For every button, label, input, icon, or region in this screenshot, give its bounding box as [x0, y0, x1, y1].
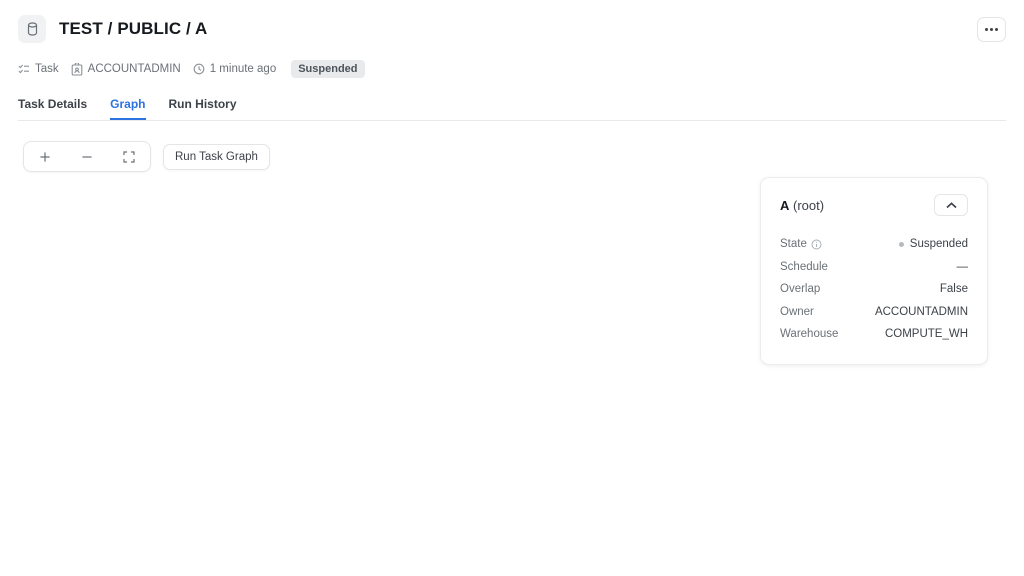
- zoom-out-button[interactable]: [66, 142, 108, 171]
- dot-icon: [985, 27, 988, 31]
- task-detail-panel: A (root) State Suspended Schedule — Over…: [760, 177, 988, 365]
- page-header: TEST / PUBLIC / A: [0, 0, 1024, 48]
- detail-row-overlap: Overlap False: [780, 278, 968, 301]
- detail-row-warehouse: Warehouse COMPUTE_WH: [780, 323, 968, 346]
- zoom-in-button[interactable]: [24, 142, 66, 171]
- minus-icon: [82, 155, 92, 158]
- detail-value: ACCOUNTADMIN: [874, 305, 968, 318]
- detail-panel-title: A (root): [780, 198, 824, 213]
- tab-task-details[interactable]: Task Details: [18, 97, 87, 120]
- detail-label: Schedule: [780, 261, 828, 273]
- page-title: TEST / PUBLIC / A: [59, 19, 208, 38]
- meta-owner-label: ACCOUNTADMIN: [87, 63, 181, 75]
- detail-value: COMPUTE_WH: [884, 328, 968, 341]
- status-badge: Suspended: [291, 60, 365, 78]
- detail-label: Owner: [780, 306, 814, 318]
- detail-value: Suspended: [898, 238, 968, 251]
- detail-label-text: Schedule: [780, 260, 828, 273]
- clock-icon: [193, 63, 205, 75]
- detail-row-owner: Owner ACCOUNTADMIN: [780, 301, 968, 324]
- detail-panel-title-suffix: (root): [793, 197, 825, 213]
- info-icon[interactable]: [811, 239, 822, 250]
- detail-panel-task-name: A: [780, 197, 790, 213]
- detail-label-text: State: [780, 238, 807, 251]
- graph-canvas[interactable]: A (root) State Suspended Schedule — Over…: [0, 172, 1024, 562]
- object-metadata-bar: Task ACCOUNTADMIN 1 minute ago Suspended: [18, 58, 365, 80]
- detail-label: Overlap: [780, 283, 820, 295]
- more-options-button[interactable]: [977, 16, 1006, 42]
- state-dot-icon: [898, 241, 904, 247]
- detail-label-text: Owner: [780, 305, 814, 318]
- detail-value: —: [956, 260, 969, 273]
- meta-type-label: Task: [35, 63, 59, 75]
- detail-row-state: State Suspended: [780, 233, 968, 256]
- tab-run-history[interactable]: Run History: [169, 97, 237, 120]
- meta-owner: ACCOUNTADMIN: [71, 62, 181, 76]
- meta-time: 1 minute ago: [193, 63, 277, 75]
- meta-type: Task: [18, 63, 59, 75]
- fit-to-screen-icon: [123, 150, 135, 163]
- detail-panel-header: A (root): [780, 194, 968, 216]
- database-icon: [18, 15, 46, 43]
- detail-row-schedule: Schedule —: [780, 256, 968, 279]
- chevron-up-icon: [945, 201, 957, 208]
- tab-graph[interactable]: Graph: [110, 97, 146, 120]
- collapse-panel-button[interactable]: [934, 194, 968, 216]
- run-task-graph-button[interactable]: Run Task Graph: [163, 143, 270, 170]
- role-badge-icon: [71, 62, 83, 76]
- dot-icon: [995, 27, 998, 31]
- plus-icon: [40, 151, 50, 162]
- dot-icon: [990, 27, 993, 31]
- meta-time-label: 1 minute ago: [209, 63, 277, 75]
- detail-label-text: Overlap: [780, 283, 821, 296]
- tab-bar: Task Details Graph Run History: [18, 94, 1006, 121]
- detail-value: False: [939, 283, 968, 296]
- task-icon: [18, 64, 29, 74]
- fit-to-screen-button[interactable]: [108, 142, 150, 171]
- detail-label: State: [780, 238, 822, 250]
- zoom-controls: [23, 141, 151, 172]
- detail-value-text: Suspended: [909, 238, 968, 251]
- detail-label-text: Warehouse: [780, 328, 839, 341]
- graph-toolbar: Run Task Graph: [23, 141, 270, 172]
- detail-label: Warehouse: [780, 328, 838, 340]
